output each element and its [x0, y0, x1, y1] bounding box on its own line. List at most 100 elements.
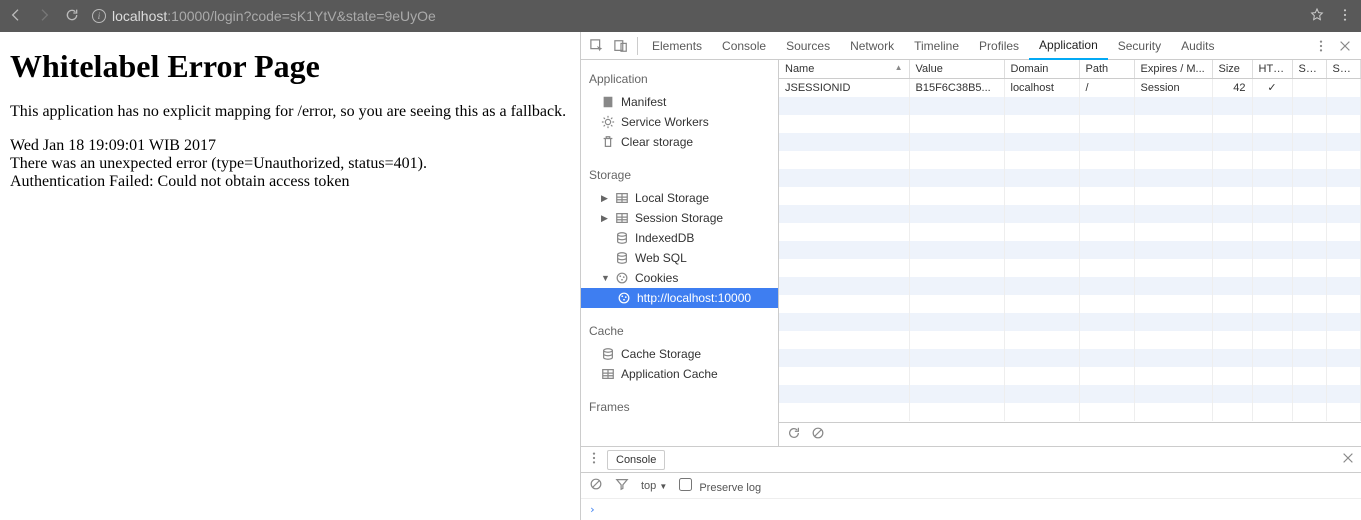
sidebar-item-cookies[interactable]: ▼ Cookies	[581, 268, 778, 288]
refresh-button[interactable]	[787, 426, 801, 443]
tab-audits[interactable]: Audits	[1171, 32, 1224, 60]
device-toolbar-icon[interactable]	[613, 38, 629, 54]
sidebar-item-service-workers[interactable]: Service Workers	[581, 112, 778, 132]
browser-toolbar: i localhost:10000/login?code=sK1YtV&stat…	[0, 0, 1361, 32]
sidebar-item-websql[interactable]: Web SQL	[581, 248, 778, 268]
col-samesite[interactable]: Sa...	[1326, 60, 1361, 79]
cookie-icon	[617, 291, 631, 305]
clear-button[interactable]	[811, 426, 825, 443]
col-expires[interactable]: Expires / M...	[1134, 60, 1212, 79]
col-http[interactable]: HTTP	[1252, 60, 1292, 79]
col-domain[interactable]: Domain	[1004, 60, 1079, 79]
table-row	[779, 97, 1361, 115]
back-button[interactable]	[8, 7, 24, 26]
tab-profiles[interactable]: Profiles	[969, 32, 1029, 60]
cookie-icon	[615, 271, 629, 285]
devtools-tabs: Elements Console Sources Network Timelin…	[581, 32, 1361, 60]
url-path: /login?code=sK1YtV&state=9eUyOe	[210, 8, 436, 24]
drawer-tab-console[interactable]: Console	[607, 450, 665, 470]
table-row	[779, 277, 1361, 295]
table-row	[779, 259, 1361, 277]
table-header-row: Name▲ Value Domain Path Expires / M... S…	[779, 60, 1361, 79]
sidebar-item-local-storage[interactable]: ▶ Local Storage	[581, 188, 778, 208]
caret-icon: ▶	[601, 213, 609, 224]
table-row	[779, 385, 1361, 403]
sidebar-item-manifest[interactable]: Manifest	[581, 92, 778, 112]
sidebar-item-indexeddb[interactable]: IndexedDB	[581, 228, 778, 248]
clear-console-icon[interactable]	[589, 477, 603, 494]
grid-icon	[615, 211, 629, 225]
table-row	[779, 151, 1361, 169]
col-path[interactable]: Path	[1079, 60, 1134, 79]
error-summary: There was an unexpected error (type=Unau…	[10, 155, 570, 173]
inspect-element-icon[interactable]	[589, 38, 605, 54]
fallback-message: This application has no explicit mapping…	[10, 103, 570, 121]
sidebar-item-clear-storage[interactable]: Clear storage	[581, 132, 778, 152]
col-secure[interactable]: Se...	[1292, 60, 1326, 79]
cookie-panel: Name▲ Value Domain Path Expires / M... S…	[779, 60, 1361, 446]
application-sidebar: Application Manifest Service Workers Cle…	[581, 60, 779, 446]
tab-console[interactable]: Console	[712, 32, 776, 60]
table-row	[779, 331, 1361, 349]
table-row	[779, 403, 1361, 421]
devtools-panel: Elements Console Sources Network Timelin…	[580, 32, 1361, 520]
preserve-log-toggle[interactable]: Preserve log	[679, 478, 761, 494]
section-storage: Storage	[581, 162, 778, 188]
bookmark-button[interactable]	[1309, 7, 1325, 26]
tab-timeline[interactable]: Timeline	[904, 32, 969, 60]
tab-network[interactable]: Network	[840, 32, 904, 60]
drawer-menu-icon[interactable]	[587, 451, 601, 468]
chevron-down-icon: ▼	[659, 482, 667, 491]
table-row	[779, 169, 1361, 187]
database-icon	[615, 231, 629, 245]
page-title: Whitelabel Error Page	[10, 48, 570, 85]
table-row	[779, 295, 1361, 313]
context-selector[interactable]: top ▼	[641, 480, 667, 492]
col-size[interactable]: Size	[1212, 60, 1252, 79]
close-devtools-icon[interactable]	[1337, 38, 1353, 54]
forward-button[interactable]	[36, 7, 52, 26]
sidebar-item-session-storage[interactable]: ▶ Session Storage	[581, 208, 778, 228]
table-row	[779, 349, 1361, 367]
sidebar-item-cache-storage[interactable]: Cache Storage	[581, 344, 778, 364]
table-row	[779, 241, 1361, 259]
caret-icon: ▶	[601, 193, 609, 204]
section-frames: Frames	[581, 394, 778, 420]
divider	[637, 37, 638, 55]
sidebar-item-cookie-origin[interactable]: http://localhost:10000	[581, 288, 778, 308]
table-row	[779, 187, 1361, 205]
reload-button[interactable]	[64, 7, 80, 26]
address-bar[interactable]: i localhost:10000/login?code=sK1YtV&stat…	[92, 8, 1297, 24]
auth-failure: Authentication Failed: Could not obtain …	[10, 173, 570, 191]
close-drawer-icon[interactable]	[1341, 451, 1355, 468]
site-info-icon[interactable]: i	[92, 9, 106, 23]
url-host: localhost	[112, 8, 167, 24]
gear-icon	[601, 115, 615, 129]
tab-sources[interactable]: Sources	[776, 32, 840, 60]
sidebar-item-application-cache[interactable]: Application Cache	[581, 364, 778, 384]
table-row	[779, 367, 1361, 385]
cookie-table: Name▲ Value Domain Path Expires / M... S…	[779, 60, 1361, 422]
tab-elements[interactable]: Elements	[642, 32, 712, 60]
table-row[interactable]: JSESSIONIDB15F6C38B5...localhost/Session…	[779, 79, 1361, 97]
console-prompt[interactable]: ›	[581, 499, 1361, 520]
trash-icon	[601, 135, 615, 149]
col-name[interactable]: Name▲	[779, 60, 909, 79]
preserve-log-checkbox[interactable]	[679, 478, 692, 491]
database-icon	[601, 347, 615, 361]
chrome-menu-button[interactable]	[1337, 7, 1353, 26]
devtools-menu-icon[interactable]	[1313, 38, 1329, 54]
filter-icon[interactable]	[615, 477, 629, 494]
manifest-icon	[601, 95, 615, 109]
url-port: :10000	[167, 8, 210, 24]
table-row	[779, 205, 1361, 223]
section-cache: Cache	[581, 318, 778, 344]
table-row	[779, 223, 1361, 241]
caret-down-icon: ▼	[601, 273, 609, 283]
grid-icon	[615, 191, 629, 205]
col-value[interactable]: Value	[909, 60, 1004, 79]
section-application: Application	[581, 66, 778, 92]
table-row	[779, 313, 1361, 331]
tab-application[interactable]: Application	[1029, 32, 1108, 60]
tab-security[interactable]: Security	[1108, 32, 1171, 60]
